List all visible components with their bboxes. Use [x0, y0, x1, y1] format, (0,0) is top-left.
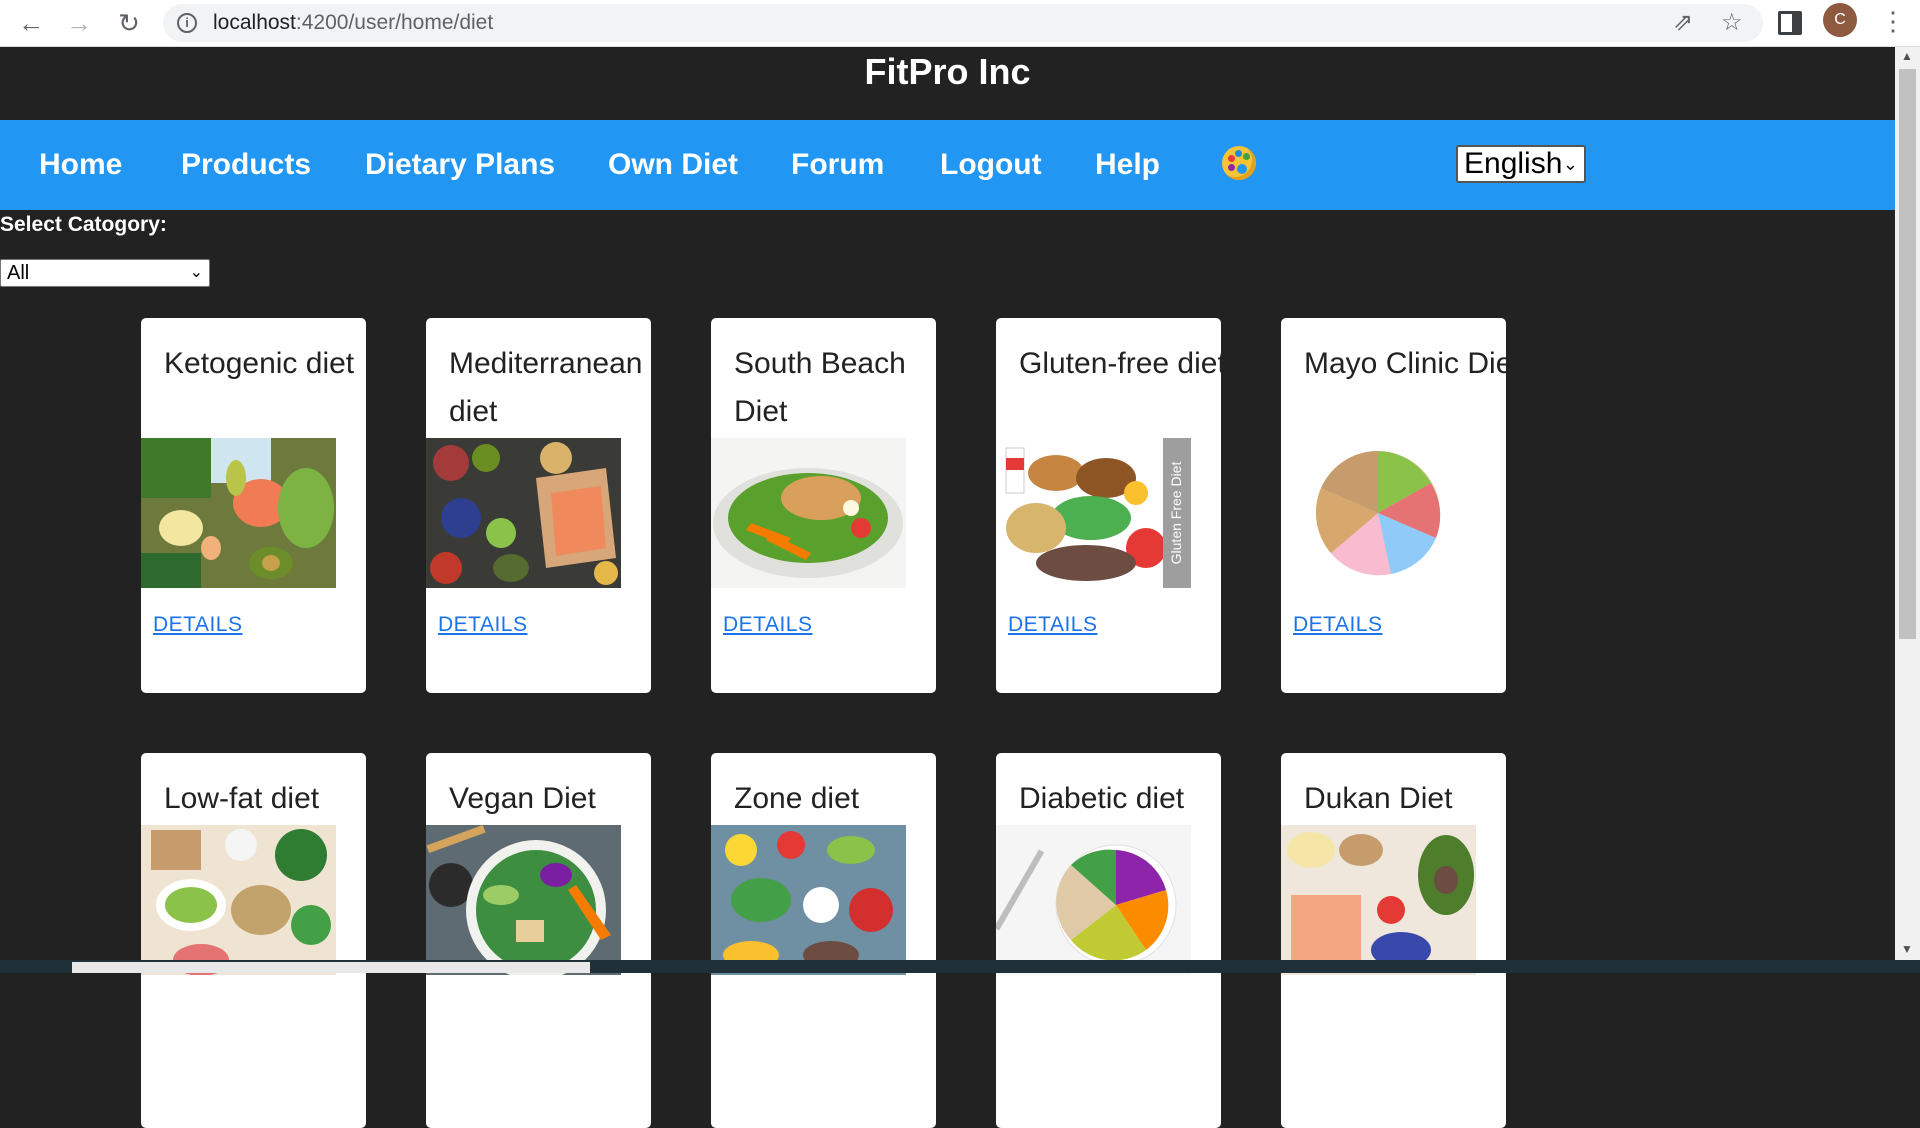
- card-title: Gluten-free diet: [1019, 347, 1221, 380]
- star-icon[interactable]: ☆: [1721, 9, 1743, 37]
- card-title: Mediterranean diet: [449, 347, 643, 428]
- card-title: South Beach Diet: [734, 347, 906, 428]
- nav-logout[interactable]: Logout: [940, 120, 1042, 210]
- details-link[interactable]: DETAILS: [438, 613, 527, 637]
- details-link[interactable]: DETAILS: [153, 613, 242, 637]
- card-title: Mayo Clinic Diet: [1304, 347, 1506, 380]
- taskbar-window[interactable]: [72, 962, 590, 973]
- diet-card-south-beach: South Beach Diet DETAILS: [711, 318, 936, 693]
- low-fat-diet-image: [141, 825, 336, 975]
- card-title: Ketogenic diet: [164, 347, 355, 380]
- south-beach-diet-image: [711, 438, 906, 588]
- card-title: Diabetic diet: [1019, 782, 1185, 815]
- nav-forum[interactable]: Forum: [791, 120, 884, 210]
- diet-card-gluten-free: Gluten-free diet Gluten Free Diet DETAIL…: [996, 318, 1221, 693]
- site-title: FitPro Inc: [864, 51, 1031, 92]
- nav-help[interactable]: Help: [1095, 120, 1160, 210]
- diet-card-dukan: Dukan Diet: [1281, 753, 1506, 1128]
- diet-card-low-fat: Low-fat diet: [141, 753, 366, 1128]
- reload-icon[interactable]: ↻: [114, 8, 144, 38]
- taskbar: [0, 960, 1920, 973]
- address-bar[interactable]: i localhost:4200/user/home/diet ⇗ ☆: [163, 4, 1763, 42]
- side-panel-icon[interactable]: [1778, 11, 1802, 35]
- diet-card-ketogenic: Ketogenic diet DETAILS: [141, 318, 366, 693]
- diet-card-vegan: Vegan Diet: [426, 753, 651, 1128]
- scroll-up-icon[interactable]: ▲: [1901, 49, 1913, 63]
- language-select[interactable]: English ⌄: [1456, 145, 1586, 183]
- category-label: Select Catogory:: [0, 213, 167, 236]
- scroll-thumb[interactable]: [1899, 69, 1916, 639]
- vegan-diet-image: [426, 825, 621, 975]
- url-text[interactable]: localhost:4200/user/home/diet: [213, 4, 493, 42]
- chevron-down-icon: ⌄: [1562, 154, 1578, 174]
- card-title: Vegan Diet: [449, 782, 596, 815]
- browser-toolbar: ← → ↻ i localhost:4200/user/home/diet ⇗ …: [0, 0, 1920, 47]
- nav-dietary-plans[interactable]: Dietary Plans: [365, 120, 555, 210]
- details-link[interactable]: DETAILS: [1293, 613, 1382, 637]
- vertical-scrollbar[interactable]: ▲ ▼: [1895, 47, 1920, 960]
- card-title: Zone diet: [734, 782, 860, 815]
- card-title: Low-fat diet: [164, 782, 320, 815]
- card-title: Dukan Diet: [1304, 782, 1453, 815]
- ketogenic-diet-image: [141, 438, 336, 588]
- info-icon[interactable]: i: [177, 13, 197, 33]
- palette-icon[interactable]: [1222, 146, 1256, 180]
- nav-own-diet[interactable]: Own Diet: [608, 120, 738, 210]
- site-header: FitPro Inc: [0, 47, 1895, 120]
- details-link[interactable]: DETAILS: [1008, 613, 1097, 637]
- back-arrow-icon[interactable]: ←: [16, 8, 46, 38]
- nav-home[interactable]: Home: [39, 120, 122, 210]
- forward-arrow-icon[interactable]: →: [64, 8, 94, 38]
- diet-card-mediterranean: Mediterranean diet DETAILS: [426, 318, 651, 693]
- gluten-free-diet-image: Gluten Free Diet: [996, 438, 1191, 588]
- details-link[interactable]: DETAILS: [723, 613, 812, 637]
- diet-card-diabetic: Diabetic diet: [996, 753, 1221, 1128]
- diet-card-mayo-clinic: Mayo Clinic Diet DETAILS: [1281, 318, 1506, 693]
- category-select[interactable]: All ⌄: [0, 259, 210, 287]
- mediterranean-diet-image: [426, 438, 621, 588]
- scroll-down-icon[interactable]: ▼: [1901, 942, 1913, 956]
- diabetic-diet-image: [996, 825, 1191, 975]
- diet-card-zone: Zone diet: [711, 753, 936, 1128]
- share-icon[interactable]: ⇗: [1673, 9, 1693, 37]
- mayo-clinic-diet-image: [1281, 438, 1476, 588]
- chevron-down-icon: ⌄: [189, 264, 203, 281]
- nav-products[interactable]: Products: [181, 120, 311, 210]
- dukan-diet-image: [1281, 825, 1476, 975]
- main-nav: Home Products Dietary Plans Own Diet For…: [0, 120, 1895, 210]
- image-caption: Gluten Free Diet: [1168, 461, 1184, 565]
- kebab-menu-icon[interactable]: ⋮: [1880, 6, 1906, 36]
- profile-avatar[interactable]: C: [1823, 3, 1857, 37]
- zone-diet-image: [711, 825, 906, 975]
